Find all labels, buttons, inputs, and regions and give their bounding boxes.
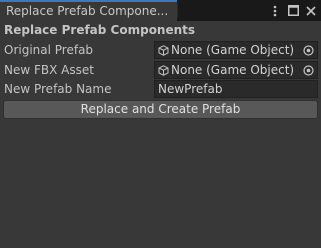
field-label: New FBX Asset bbox=[4, 63, 94, 77]
panel-header: Replace Prefab Components bbox=[4, 23, 196, 37]
original-prefab-object-field[interactable]: None (Game Object) bbox=[154, 41, 318, 59]
field-label: Original Prefab bbox=[4, 43, 94, 57]
field-row-new-prefab-name: New Prefab Name NewPrefab bbox=[0, 80, 321, 98]
cube-icon bbox=[158, 65, 169, 76]
editor-window: Replace Prefab Compone... Replace Prefab… bbox=[0, 0, 321, 248]
window-controls bbox=[269, 3, 317, 18]
maximize-icon[interactable] bbox=[287, 5, 299, 17]
close-icon[interactable] bbox=[305, 5, 317, 17]
tab-bar: Replace Prefab Compone... bbox=[0, 0, 321, 21]
object-picker-icon[interactable] bbox=[299, 62, 317, 78]
more-icon[interactable] bbox=[269, 5, 281, 17]
replace-and-create-prefab-button[interactable]: Replace and Create Prefab bbox=[3, 100, 318, 119]
tab-title: Replace Prefab Compone... bbox=[6, 4, 169, 18]
new-fbx-asset-object-field[interactable]: None (Game Object) bbox=[154, 61, 318, 79]
tab-separator bbox=[177, 3, 178, 18]
field-label: New Prefab Name bbox=[4, 82, 112, 96]
field-value: None (Game Object) bbox=[171, 63, 295, 77]
object-picker-icon[interactable] bbox=[299, 42, 317, 58]
new-prefab-name-input[interactable]: NewPrefab bbox=[154, 80, 318, 98]
field-row-original-prefab: Original Prefab None (Game Object) bbox=[0, 41, 321, 59]
field-row-new-fbx-asset: New FBX Asset None (Game Object) bbox=[0, 61, 321, 79]
field-value: None (Game Object) bbox=[171, 43, 295, 57]
cube-icon bbox=[158, 45, 169, 56]
tab-replace-prefab-components[interactable]: Replace Prefab Compone... bbox=[0, 0, 177, 21]
